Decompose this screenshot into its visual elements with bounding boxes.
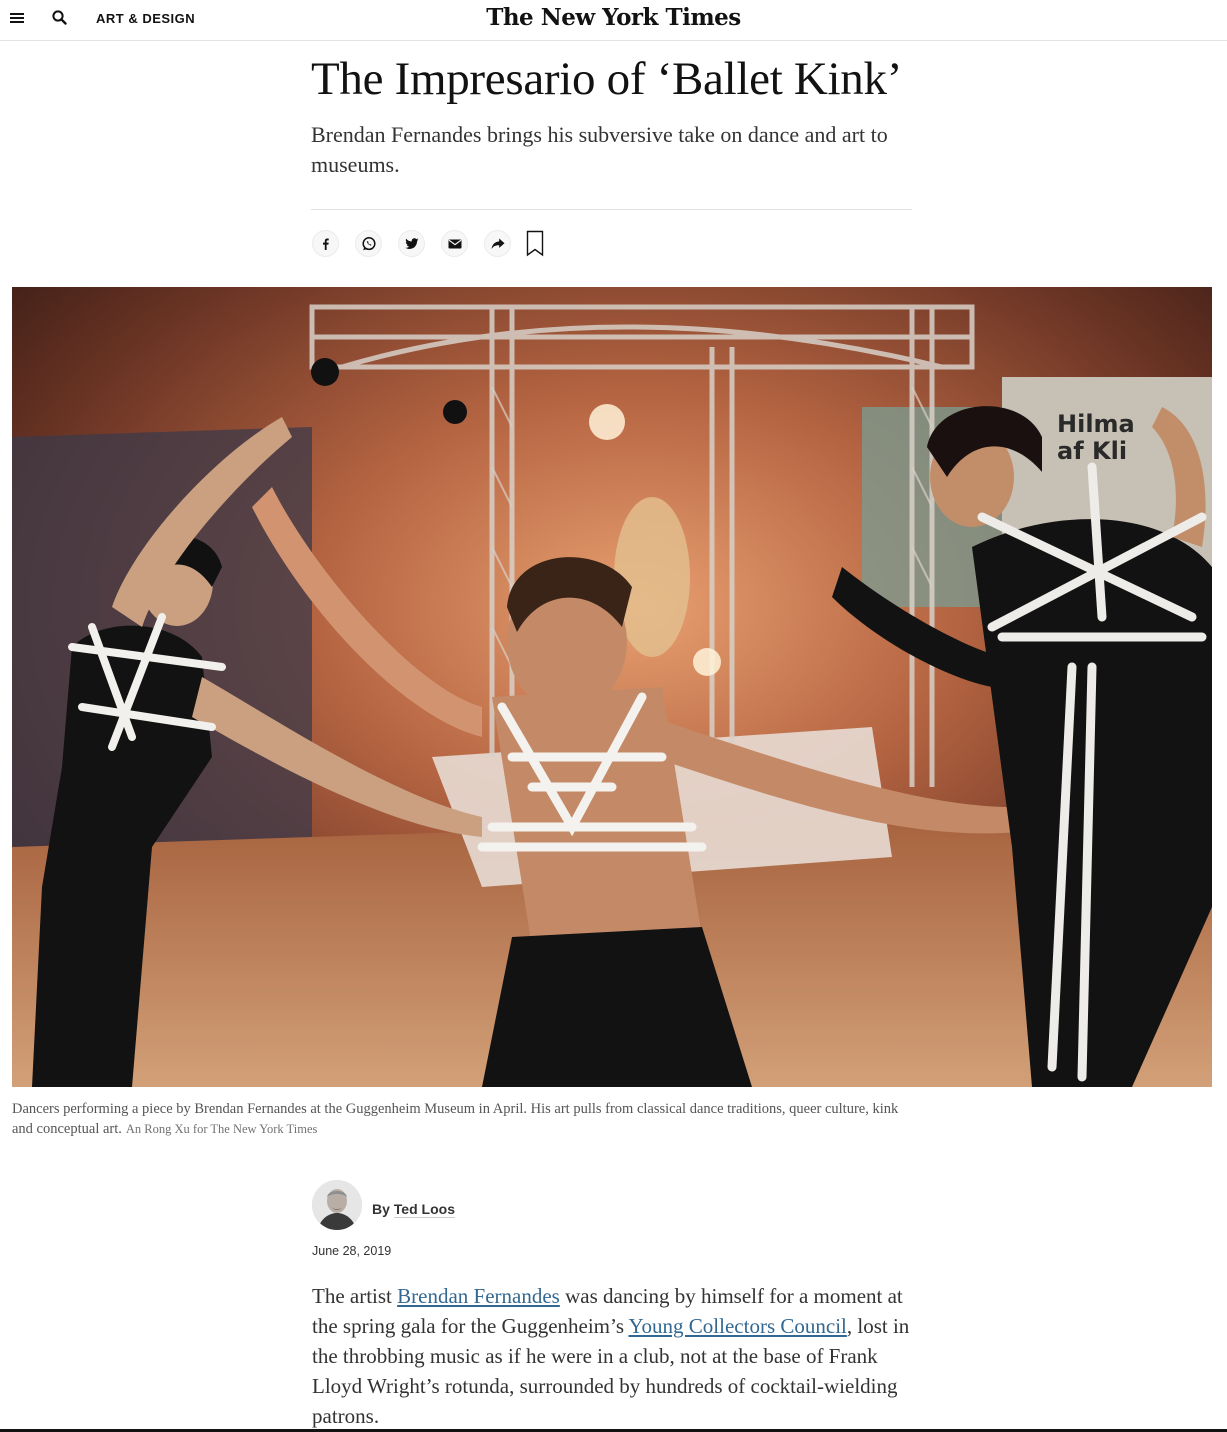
dancers-photo: Hilma af Kli <box>12 287 1212 1087</box>
whatsapp-share-button[interactable] <box>355 230 382 257</box>
email-icon <box>448 239 461 248</box>
link-young-collectors-council[interactable]: Young Collectors Council <box>628 1314 846 1338</box>
lead-photo: Hilma af Kli <box>12 287 1212 1087</box>
whatsapp-icon <box>361 236 376 250</box>
author-link[interactable]: Ted Loos <box>393 1201 455 1218</box>
wall-sign-line-1: Hilma <box>1057 410 1135 438</box>
bookmark-icon <box>526 230 544 257</box>
masthead-logo[interactable]: The New York Times <box>0 4 1227 31</box>
more-share-button[interactable] <box>484 230 511 257</box>
wall-sign-line-2: af Kli <box>1057 437 1127 465</box>
article-headline: The Impresario of ‘Ballet Kink’ <box>311 53 903 105</box>
email-share-button[interactable] <box>441 230 468 257</box>
twitter-share-button[interactable] <box>398 230 425 257</box>
byline-prefix: By <box>372 1201 390 1217</box>
top-navigation-bar: ART & DESIGN The New York Times <box>0 0 1227 41</box>
facebook-share-button[interactable] <box>312 230 339 257</box>
share-arrow-icon <box>491 238 504 249</box>
author-portrait <box>312 1180 362 1230</box>
paragraph-text: The artist <box>312 1284 398 1308</box>
facebook-icon <box>322 238 329 250</box>
divider <box>311 209 912 210</box>
author-avatar[interactable] <box>312 1180 362 1230</box>
bookmark-button[interactable] <box>525 230 545 257</box>
publish-date: June 28, 2019 <box>312 1244 392 1258</box>
byline: By Ted Loos <box>372 1201 455 1218</box>
twitter-icon <box>404 237 418 249</box>
link-brendan-fernandes[interactable]: Brendan Fernandes <box>397 1284 560 1308</box>
article-summary: Brendan Fernandes brings his subversive … <box>311 122 888 177</box>
article-paragraph: The artist Brendan Fernandes was dancing… <box>312 1281 912 1431</box>
photo-credit: An Rong Xu for The New York Times <box>125 1122 318 1136</box>
photo-caption: Dancers performing a piece by Brendan Fe… <box>12 1099 912 1139</box>
